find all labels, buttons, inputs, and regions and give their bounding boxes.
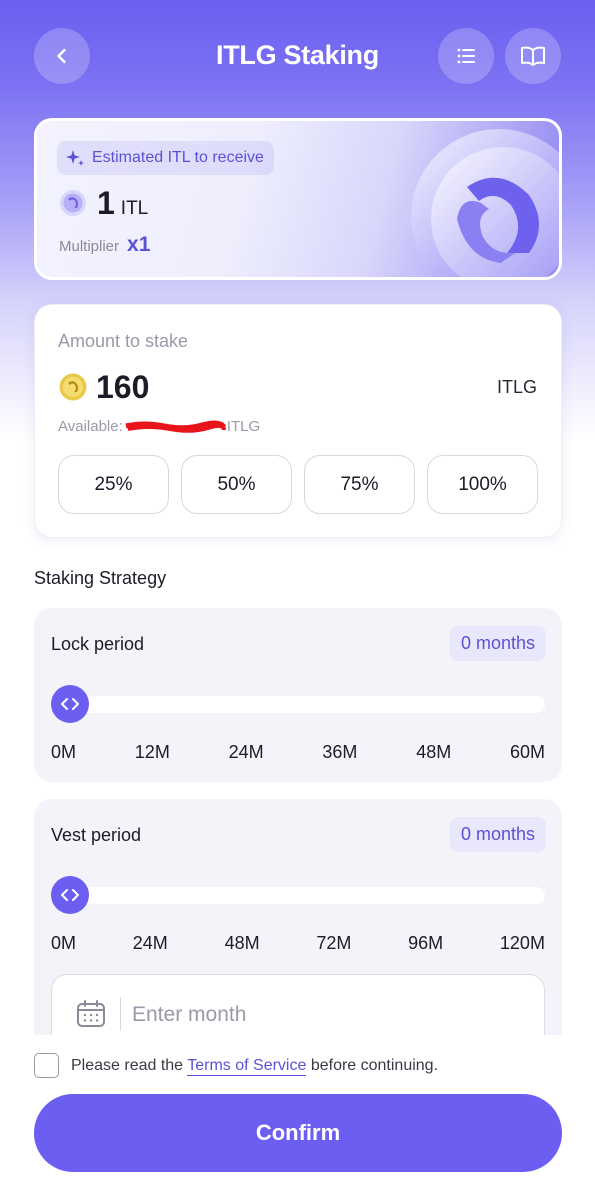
stake-unit: ITLG bbox=[496, 377, 537, 397]
confirm-button[interactable]: Confirm bbox=[34, 1094, 562, 1172]
itlg-token-icon bbox=[59, 373, 87, 401]
itl-token-icon bbox=[60, 190, 86, 216]
itl-coin-graphic bbox=[411, 129, 559, 277]
bottom-action-bar: Please read the Terms of Service before … bbox=[0, 1035, 595, 1199]
stake-amount-input[interactable]: 160 bbox=[96, 369, 149, 406]
terms-of-service-link[interactable]: Terms of Service bbox=[187, 1056, 307, 1076]
sparkle-icon bbox=[66, 150, 84, 166]
input-divider bbox=[120, 997, 121, 1031]
vest-period-card: Vest period 0 months 0M 24M 48M 72M 96M … bbox=[34, 799, 562, 1054]
tick-label: 60M bbox=[509, 742, 545, 762]
redacted-balance bbox=[124, 419, 226, 434]
percent-50-button[interactable]: 50% bbox=[181, 455, 292, 514]
percent-75-button[interactable]: 75% bbox=[304, 455, 415, 514]
stake-amount-card: Amount to stake 160 ITLG Available: ITLG… bbox=[34, 304, 562, 538]
history-list-button[interactable] bbox=[438, 28, 494, 84]
percent-100-button[interactable]: 100% bbox=[427, 455, 538, 514]
lock-period-label: Lock period bbox=[51, 634, 145, 654]
estimate-chip: Estimated ITL to receive bbox=[57, 141, 274, 175]
vest-period-ticks: 0M 24M 48M 72M 96M 120M bbox=[51, 933, 545, 954]
lock-period-ticks: 0M 12M 24M 36M 48M 60M bbox=[51, 742, 545, 763]
estimate-label: Estimated ITL to receive bbox=[92, 149, 264, 166]
tick-label: 24M bbox=[228, 742, 264, 762]
stake-amount-label: Amount to stake bbox=[58, 331, 189, 351]
available-balance: Available: ITLG bbox=[58, 418, 260, 435]
tick-label: 120M bbox=[499, 933, 545, 953]
tick-label: 48M bbox=[416, 742, 452, 762]
tick-label: 72M bbox=[316, 933, 352, 953]
terms-prefix: Please read the bbox=[71, 1056, 188, 1074]
tick-label: 12M bbox=[134, 742, 170, 762]
drag-arrows-icon bbox=[61, 889, 79, 901]
tick-label: 96M bbox=[408, 933, 444, 953]
lock-period-slider-track[interactable] bbox=[51, 696, 545, 713]
staking-strategy-title: Staking Strategy bbox=[34, 568, 167, 588]
tick-label: 0M bbox=[51, 742, 77, 762]
guide-book-button[interactable] bbox=[505, 28, 561, 84]
percent-options: 25% 50% 75% 100% bbox=[58, 455, 538, 514]
list-icon bbox=[457, 48, 475, 64]
itl-amount: 1 ITL bbox=[97, 185, 148, 222]
itl-amount-unit: ITL bbox=[120, 198, 149, 219]
available-unit: ITLG bbox=[226, 418, 261, 435]
itl-amount-value: 1 bbox=[97, 185, 115, 221]
tick-label: 0M bbox=[51, 933, 77, 953]
lock-period-card: Lock period 0 months 0M 12M 24M 36M 48M … bbox=[34, 608, 562, 782]
multiplier-value: x1 bbox=[127, 233, 151, 256]
vest-period-slider-handle[interactable] bbox=[51, 876, 89, 914]
multiplier: Multiplier x1 bbox=[59, 233, 150, 257]
lock-period-value: 0 months bbox=[449, 626, 546, 661]
percent-25-button[interactable]: 25% bbox=[58, 455, 169, 514]
terms-row: Please read the Terms of Service before … bbox=[34, 1053, 438, 1078]
multiplier-label: Multiplier bbox=[59, 238, 120, 255]
available-label: Available: bbox=[58, 418, 123, 435]
app-header: ITLG Staking bbox=[0, 28, 595, 84]
estimated-receive-card: Estimated ITL to receive 1 ITL Multiplie… bbox=[34, 118, 562, 280]
vest-period-value: 0 months bbox=[449, 817, 546, 852]
tick-label: 24M bbox=[132, 933, 168, 953]
tick-label: 48M bbox=[224, 933, 260, 953]
terms-suffix: before continuing. bbox=[306, 1056, 439, 1074]
terms-checkbox[interactable] bbox=[34, 1053, 59, 1078]
drag-arrows-icon bbox=[61, 698, 79, 710]
month-input[interactable] bbox=[132, 997, 522, 1033]
lock-period-slider-handle[interactable] bbox=[51, 685, 89, 723]
calendar-icon bbox=[77, 1000, 105, 1027]
vest-period-label: Vest period bbox=[51, 825, 142, 845]
book-icon bbox=[521, 46, 545, 66]
tick-label: 36M bbox=[322, 742, 358, 762]
terms-text: Please read the Terms of Service before … bbox=[71, 1056, 439, 1076]
vest-period-slider-track[interactable] bbox=[51, 887, 545, 904]
